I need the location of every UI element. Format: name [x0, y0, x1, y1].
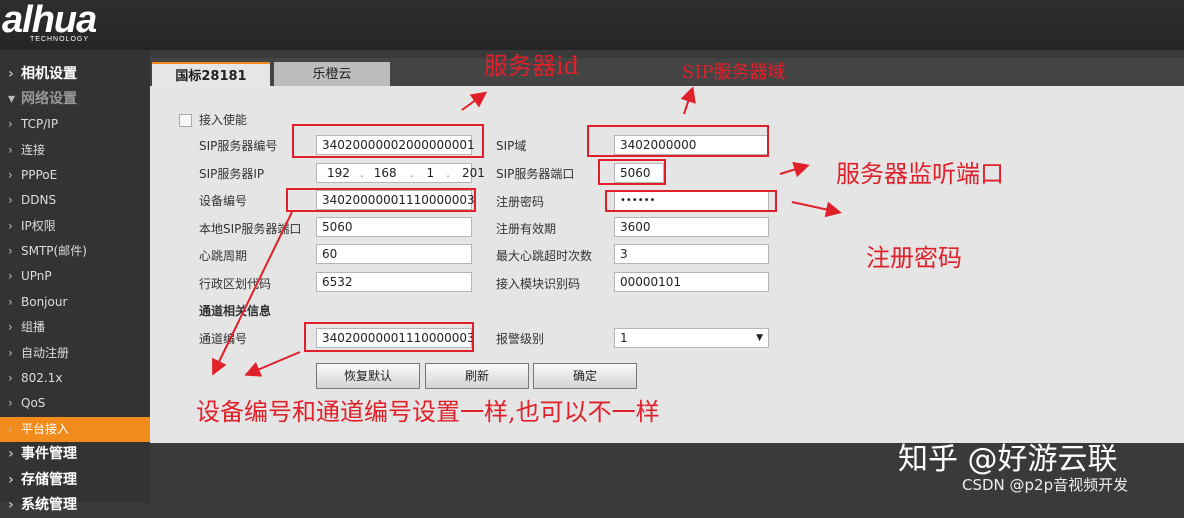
annotation-server-id: 服务器id — [484, 52, 580, 80]
annotation-arrows — [212, 86, 842, 377]
annotation-listen-port: 服务器监听端口 — [836, 160, 1004, 188]
arrow-sip-domain — [680, 86, 696, 115]
annotation-sip-domain: SIP服务器域 — [682, 62, 786, 83]
arrow-reg-password — [791, 201, 842, 218]
arrow-server-id — [461, 91, 488, 111]
csdn-watermark: CSDN @p2p音视频开发 — [962, 476, 1129, 494]
arrow-listen-port — [779, 161, 810, 178]
arrow-channel-id — [244, 351, 301, 377]
annotation-id-note: 设备编号和通道编号设置一样,也可以不一样 — [196, 398, 660, 426]
arrow-device-id — [212, 211, 293, 376]
annotation-reg-password: 注册密码 — [866, 244, 962, 272]
zhihu-watermark: 知乎 @好游云联 — [898, 442, 1118, 477]
